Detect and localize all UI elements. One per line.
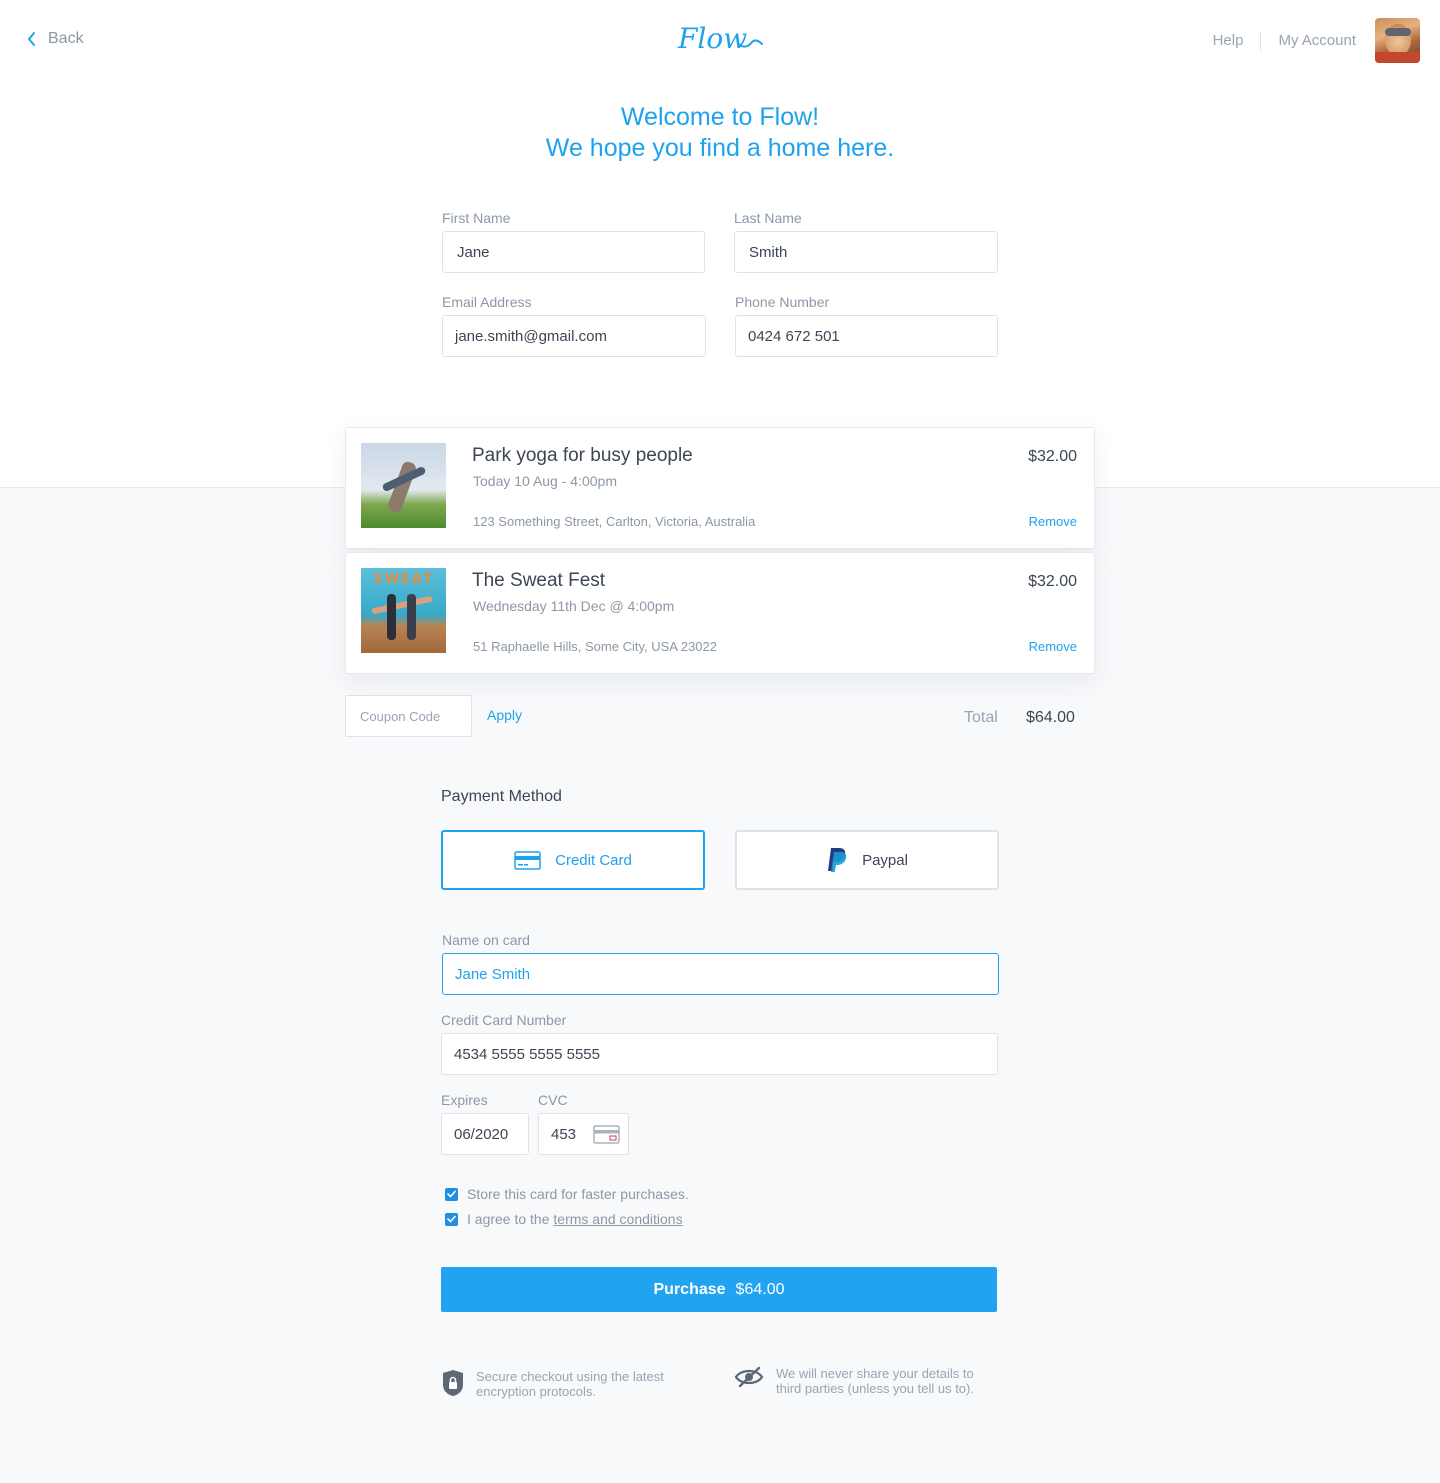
apply-coupon-button[interactable]: Apply [487,707,522,723]
phone-label: Phone Number [735,294,830,310]
eye-off-icon [734,1366,764,1388]
store-card-checkbox[interactable] [445,1187,458,1201]
svg-text:Flow: Flow [677,22,747,55]
privacy-line-1: We will never share your details to [776,1366,974,1381]
thumbnail-text: SWEAT [373,572,434,587]
expires-field[interactable]: 06/2020 [441,1113,529,1155]
paypal-option[interactable]: Paypal [735,830,999,890]
total-label: Total [964,709,998,726]
terms-link[interactable]: terms and conditions [553,1211,682,1227]
last-name-label: Last Name [734,210,802,226]
help-link[interactable]: Help [1213,32,1244,49]
back-button[interactable]: Back [26,30,84,48]
shield-lock-icon [443,1370,463,1396]
checkmark-icon [447,1190,456,1198]
cvc-label: CVC [538,1092,568,1108]
card-number-label: Credit Card Number [441,1012,567,1028]
name-on-card-field[interactable]: Jane Smith [442,953,999,995]
event-date: Wednesday 11th Dec @ 4:00pm [473,598,675,614]
credit-card-icon [514,850,541,870]
header-nav: Help My Account [1213,18,1420,63]
first-name-label: First Name [442,210,511,226]
expires-label: Expires [441,1092,488,1108]
terms-row[interactable]: I agree to the terms and conditions [445,1211,683,1227]
event-title: Park yoga for busy people [472,445,693,466]
paypal-icon [828,848,847,872]
purchase-amount: $64.00 [735,1280,785,1298]
cart-item: SWEAT The Sweat Fest Wednesday 11th Dec … [345,552,1095,674]
cvc-value: 453 [551,1125,577,1143]
welcome-heading: Welcome to Flow! We hope you find a home… [0,102,1440,164]
event-thumbnail: SWEAT [361,568,446,653]
total-value: $64.00 [1026,709,1075,726]
email-label: Email Address [442,294,532,310]
secure-line-1: Secure checkout using the latest [476,1369,664,1384]
payment-method-title: Payment Method [441,788,562,805]
purchase-label: Purchase [653,1280,726,1298]
remove-button[interactable]: Remove [1029,639,1077,654]
credit-card-label: Credit Card [555,851,632,869]
purchase-button[interactable]: Purchase $64.00 [441,1267,997,1312]
coupon-input[interactable]: Coupon Code [345,695,472,737]
store-card-row[interactable]: Store this card for faster purchases. [445,1186,689,1202]
first-name-field[interactable]: Jane [442,231,705,273]
remove-button[interactable]: Remove [1029,514,1077,529]
my-account-link[interactable]: My Account [1278,32,1356,49]
credit-card-option[interactable]: Credit Card [441,830,705,890]
event-price: $32.00 [1028,448,1077,465]
event-title: The Sweat Fest [472,570,606,591]
back-label: Back [48,30,84,47]
event-thumbnail [361,443,446,528]
event-address: 51 Raphaelle Hills, Some City, USA 23022 [473,639,717,654]
card-number-field[interactable]: 4534 5555 5555 5555 [441,1033,998,1075]
cvc-field[interactable]: 453 [538,1113,629,1155]
store-card-label: Store this card for faster purchases. [467,1186,689,1202]
phone-field[interactable]: 0424 672 501 [735,315,998,357]
last-name-field[interactable]: Smith [734,231,998,273]
nav-divider [1260,30,1262,51]
welcome-line-1: Welcome to Flow! [620,103,820,131]
event-address: 123 Something Street, Carlton, Victoria,… [473,514,756,529]
welcome-line-2: We hope you find a home here. [545,134,895,162]
email-field[interactable]: jane.smith@gmail.com [442,315,706,357]
privacy-note: We will never share your details to thir… [734,1366,974,1396]
privacy-line-2: third parties (unless you tell us to). [776,1381,974,1396]
secure-note: Secure checkout using the latest encrypt… [442,1369,664,1399]
avatar[interactable] [1375,18,1420,63]
secure-line-2: encryption protocols. [476,1384,596,1399]
name-on-card-label: Name on card [442,932,530,948]
event-date: Today 10 Aug - 4:00pm [473,473,617,489]
chevron-left-icon [28,32,35,46]
agree-label: I agree to the [467,1211,550,1227]
cart-item: Park yoga for busy people Today 10 Aug -… [345,427,1095,549]
terms-checkbox[interactable] [445,1212,458,1226]
event-price: $32.00 [1028,573,1077,590]
flow-logo[interactable]: Flow [676,20,764,60]
checkmark-icon [447,1215,456,1223]
card-back-icon [593,1125,620,1144]
paypal-label: Paypal [862,851,908,869]
